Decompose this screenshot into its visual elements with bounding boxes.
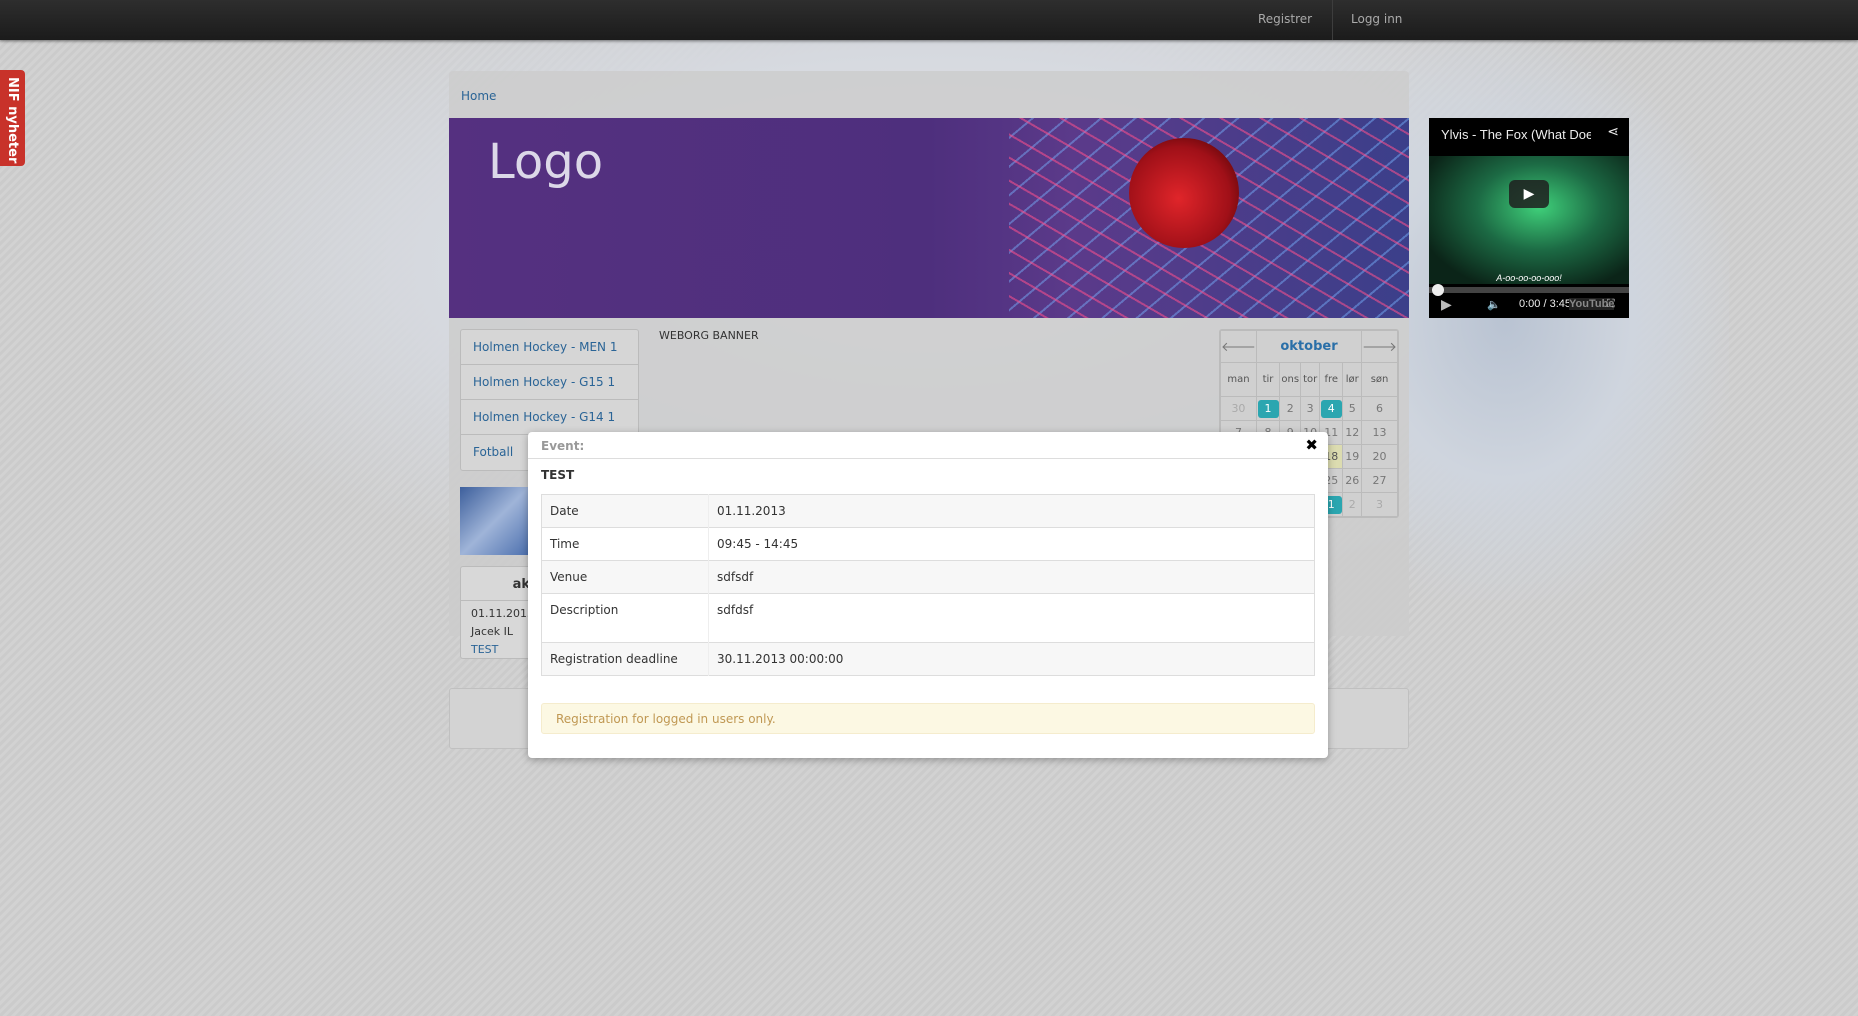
menu-item[interactable]: Holmen Hockey - G15 1 <box>461 365 638 400</box>
weekday-header: tor <box>1300 362 1321 397</box>
row-value: 01.11.2013 <box>708 494 1315 528</box>
table-row: Venue sdfsdf <box>541 560 1315 594</box>
event-club: Jacek IL <box>471 625 514 638</box>
calendar-day[interactable]: 20 <box>1361 444 1398 469</box>
calendar-day[interactable]: 3 <box>1300 396 1321 421</box>
calendar-day[interactable]: 6 <box>1361 396 1398 421</box>
video-player[interactable]: Ylvis - The Fox (What Does the Fox Say?)… <box>1429 118 1629 318</box>
event-day-badge[interactable]: 1 <box>1257 399 1279 418</box>
events-heading: ak <box>461 567 530 601</box>
menu-item[interactable]: Holmen Hockey - MEN 1 <box>461 330 638 365</box>
video-thumbnail[interactable] <box>1429 156 1629 284</box>
prev-month-arrow-icon[interactable]: 🡐 <box>1220 330 1257 363</box>
event-details-table: Date 01.11.2013 Time 09:45 - 14:45 Venue sd… <box>541 494 1315 676</box>
video-title[interactable]: Ylvis - The Fox (What Does the Fox Say?) <box>1441 127 1591 142</box>
row-value: sdfdsf <box>708 593 1315 643</box>
modal-header-label: Event: <box>541 439 585 453</box>
divider <box>1332 0 1333 40</box>
events-box: ak 01.11.2013 Jacek IL TEST <box>460 566 534 659</box>
play-icon[interactable]: ▶ <box>1441 296 1452 313</box>
nif-news-tab[interactable]: NIF nyheter <box>0 70 25 166</box>
table-row: Registration deadline 30.11.2013 00:00:00 <box>541 642 1315 676</box>
table-row: Time 09:45 - 14:45 <box>541 527 1315 561</box>
next-month-arrow-icon[interactable]: 🡒 <box>1361 330 1398 363</box>
event-link[interactable]: TEST <box>461 641 530 659</box>
register-link[interactable]: Registrer <box>1258 12 1312 26</box>
weekday-header: fre <box>1319 362 1344 397</box>
header-banner: Logo <box>449 118 1409 318</box>
row-value: 30.11.2013 00:00:00 <box>708 642 1315 676</box>
sidebar-image <box>460 487 530 555</box>
top-bar: Registrer Logg inn <box>0 0 1858 40</box>
row-label: Registration deadline <box>541 642 709 676</box>
row-value: 09:45 - 14:45 <box>708 527 1315 561</box>
video-caption: A-oo-oo-oo-ooo! <box>1496 273 1562 283</box>
modal-header: Event: ✖ <box>528 432 1328 459</box>
calendar-month: oktober <box>1255 330 1363 363</box>
play-button-icon[interactable]: ▶ <box>1509 180 1549 208</box>
close-icon[interactable]: ✖ <box>1305 436 1318 454</box>
menu-item[interactable]: Holmen Hockey - G14 1 <box>461 400 638 435</box>
calendar-day[interactable]: 26 <box>1342 468 1363 493</box>
calendar-day[interactable]: 5 <box>1342 396 1363 421</box>
row-value: sdfsdf <box>708 560 1315 594</box>
weekday-header: man <box>1220 362 1257 397</box>
calendar-day[interactable]: 3 <box>1361 492 1398 517</box>
event-title: TEST <box>541 468 575 482</box>
calendar-day[interactable]: 4 <box>1319 396 1344 421</box>
share-icon[interactable]: ⋖ <box>1607 124 1619 140</box>
calendar-day[interactable]: 12 <box>1342 420 1363 445</box>
table-row: Date 01.11.2013 <box>541 494 1315 528</box>
calendar-day[interactable]: 1 <box>1255 396 1281 421</box>
fullscreen-icon[interactable]: ⛶ <box>1607 298 1615 311</box>
row-label: Time <box>541 527 709 561</box>
weekday-header: tir <box>1255 362 1281 397</box>
calendar-day[interactable]: 30 <box>1220 396 1257 421</box>
weborg-banner: WEBORG BANNER <box>659 329 759 342</box>
volume-icon[interactable]: 🔈 <box>1487 298 1501 311</box>
logo[interactable]: Logo <box>488 134 603 190</box>
registration-alert: Registration for logged in users only. <box>541 703 1315 734</box>
event-date: 01.11.2013 <box>471 607 534 620</box>
video-controls: ▶ 🔈 0:00 / 3:45 YouTube ⛶ <box>1429 293 1629 318</box>
calendar-day[interactable]: 13 <box>1361 420 1398 445</box>
row-label: Venue <box>541 560 709 594</box>
breadcrumb-home[interactable]: Home <box>461 89 496 103</box>
row-label: Description <box>541 593 709 643</box>
shuttlecock-image <box>1129 138 1239 248</box>
video-time: 0:00 / 3:45 <box>1519 298 1571 310</box>
table-row: Description sdfdsf <box>541 593 1315 643</box>
weekday-header: lør <box>1342 362 1363 397</box>
weekday-header: ons <box>1279 362 1302 397</box>
weekday-header: søn <box>1361 362 1398 397</box>
login-link[interactable]: Logg inn <box>1351 12 1402 26</box>
event-modal: Event: ✖ TEST Date 01.11.2013 Time 09:45 -… <box>528 432 1328 758</box>
event-day-badge[interactable]: 4 <box>1320 399 1342 418</box>
calendar-day[interactable]: 27 <box>1361 468 1398 493</box>
calendar-day[interactable]: 19 <box>1342 444 1363 469</box>
calendar-day[interactable]: 2 <box>1279 396 1302 421</box>
row-label: Date <box>541 494 709 528</box>
calendar-day[interactable]: 2 <box>1342 492 1363 517</box>
